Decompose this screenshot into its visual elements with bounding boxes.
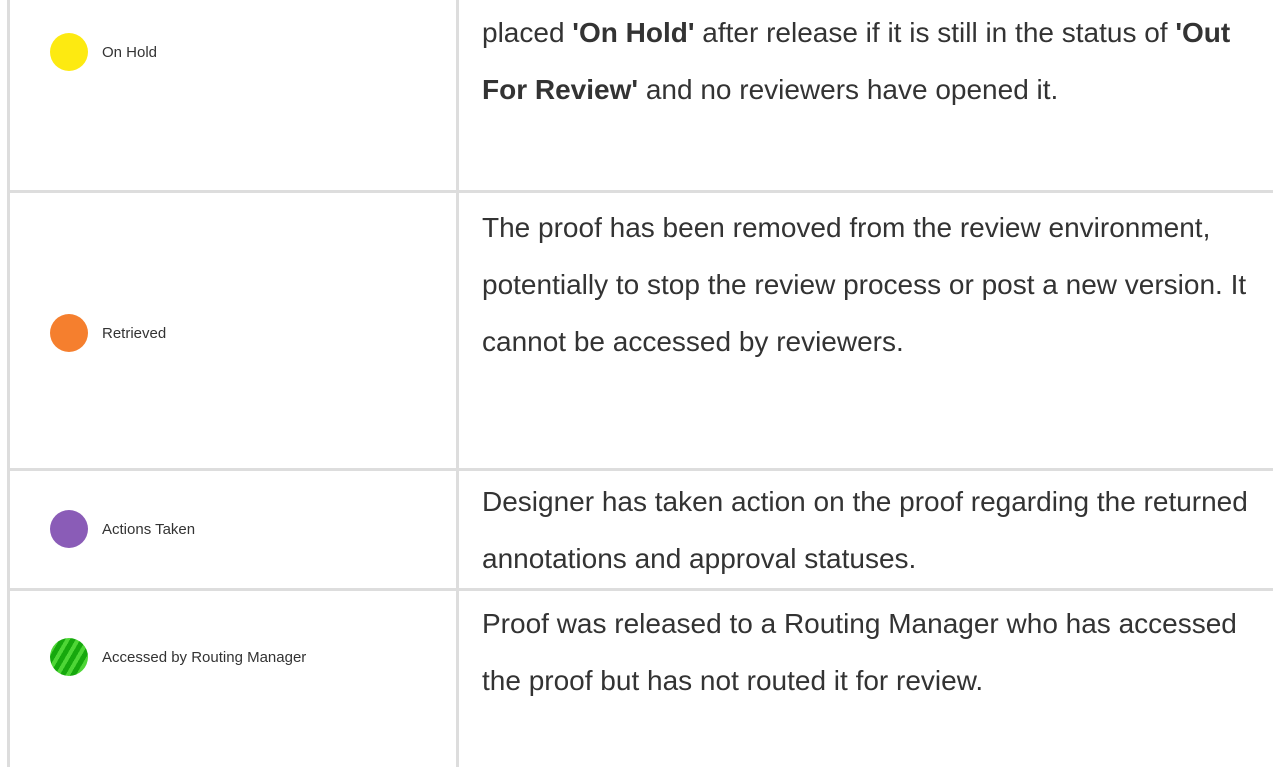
table-row-accessed-by-routing-manager: Accessed by Routing Manager Proof was re… <box>10 591 1273 767</box>
orange-circle-icon <box>50 314 88 352</box>
status-cell: On Hold <box>10 0 456 190</box>
status-label: Accessed by Routing Manager <box>102 648 307 666</box>
status-legend-table: On Hold placed 'On Hold' after release i… <box>0 0 1273 767</box>
table-row-retrieved: Retrieved The proof has been removed fro… <box>10 193 1273 468</box>
status-cell: Actions Taken <box>10 471 456 588</box>
status-description: The proof has been removed from the revi… <box>482 212 1247 357</box>
status-description: Designer has taken action on the proof r… <box>482 486 1248 574</box>
table-row-on-hold: On Hold placed 'On Hold' after release i… <box>10 0 1273 190</box>
green-striped-circle-icon <box>50 638 88 676</box>
status-label: On Hold <box>102 43 158 61</box>
status-cell: Accessed by Routing Manager <box>10 591 456 767</box>
yellow-circle-icon <box>50 33 88 71</box>
status-label: Retrieved <box>102 324 167 342</box>
status-indicator: Actions Taken <box>50 510 195 548</box>
status-name-on-hold: 'On Hold' <box>572 17 695 48</box>
status-indicator: On Hold <box>50 33 157 71</box>
table-row-actions-taken: Actions Taken Designer has taken action … <box>10 471 1273 588</box>
status-description: placed 'On Hold' after release if it is … <box>482 17 1231 105</box>
status-indicator: Retrieved <box>50 314 166 352</box>
status-cell: Retrieved <box>10 193 456 468</box>
status-description: Proof was released to a Routing Manager … <box>482 608 1237 696</box>
purple-circle-icon <box>50 510 88 548</box>
status-indicator: Accessed by Routing Manager <box>50 638 306 676</box>
status-label: Actions Taken <box>102 520 196 538</box>
